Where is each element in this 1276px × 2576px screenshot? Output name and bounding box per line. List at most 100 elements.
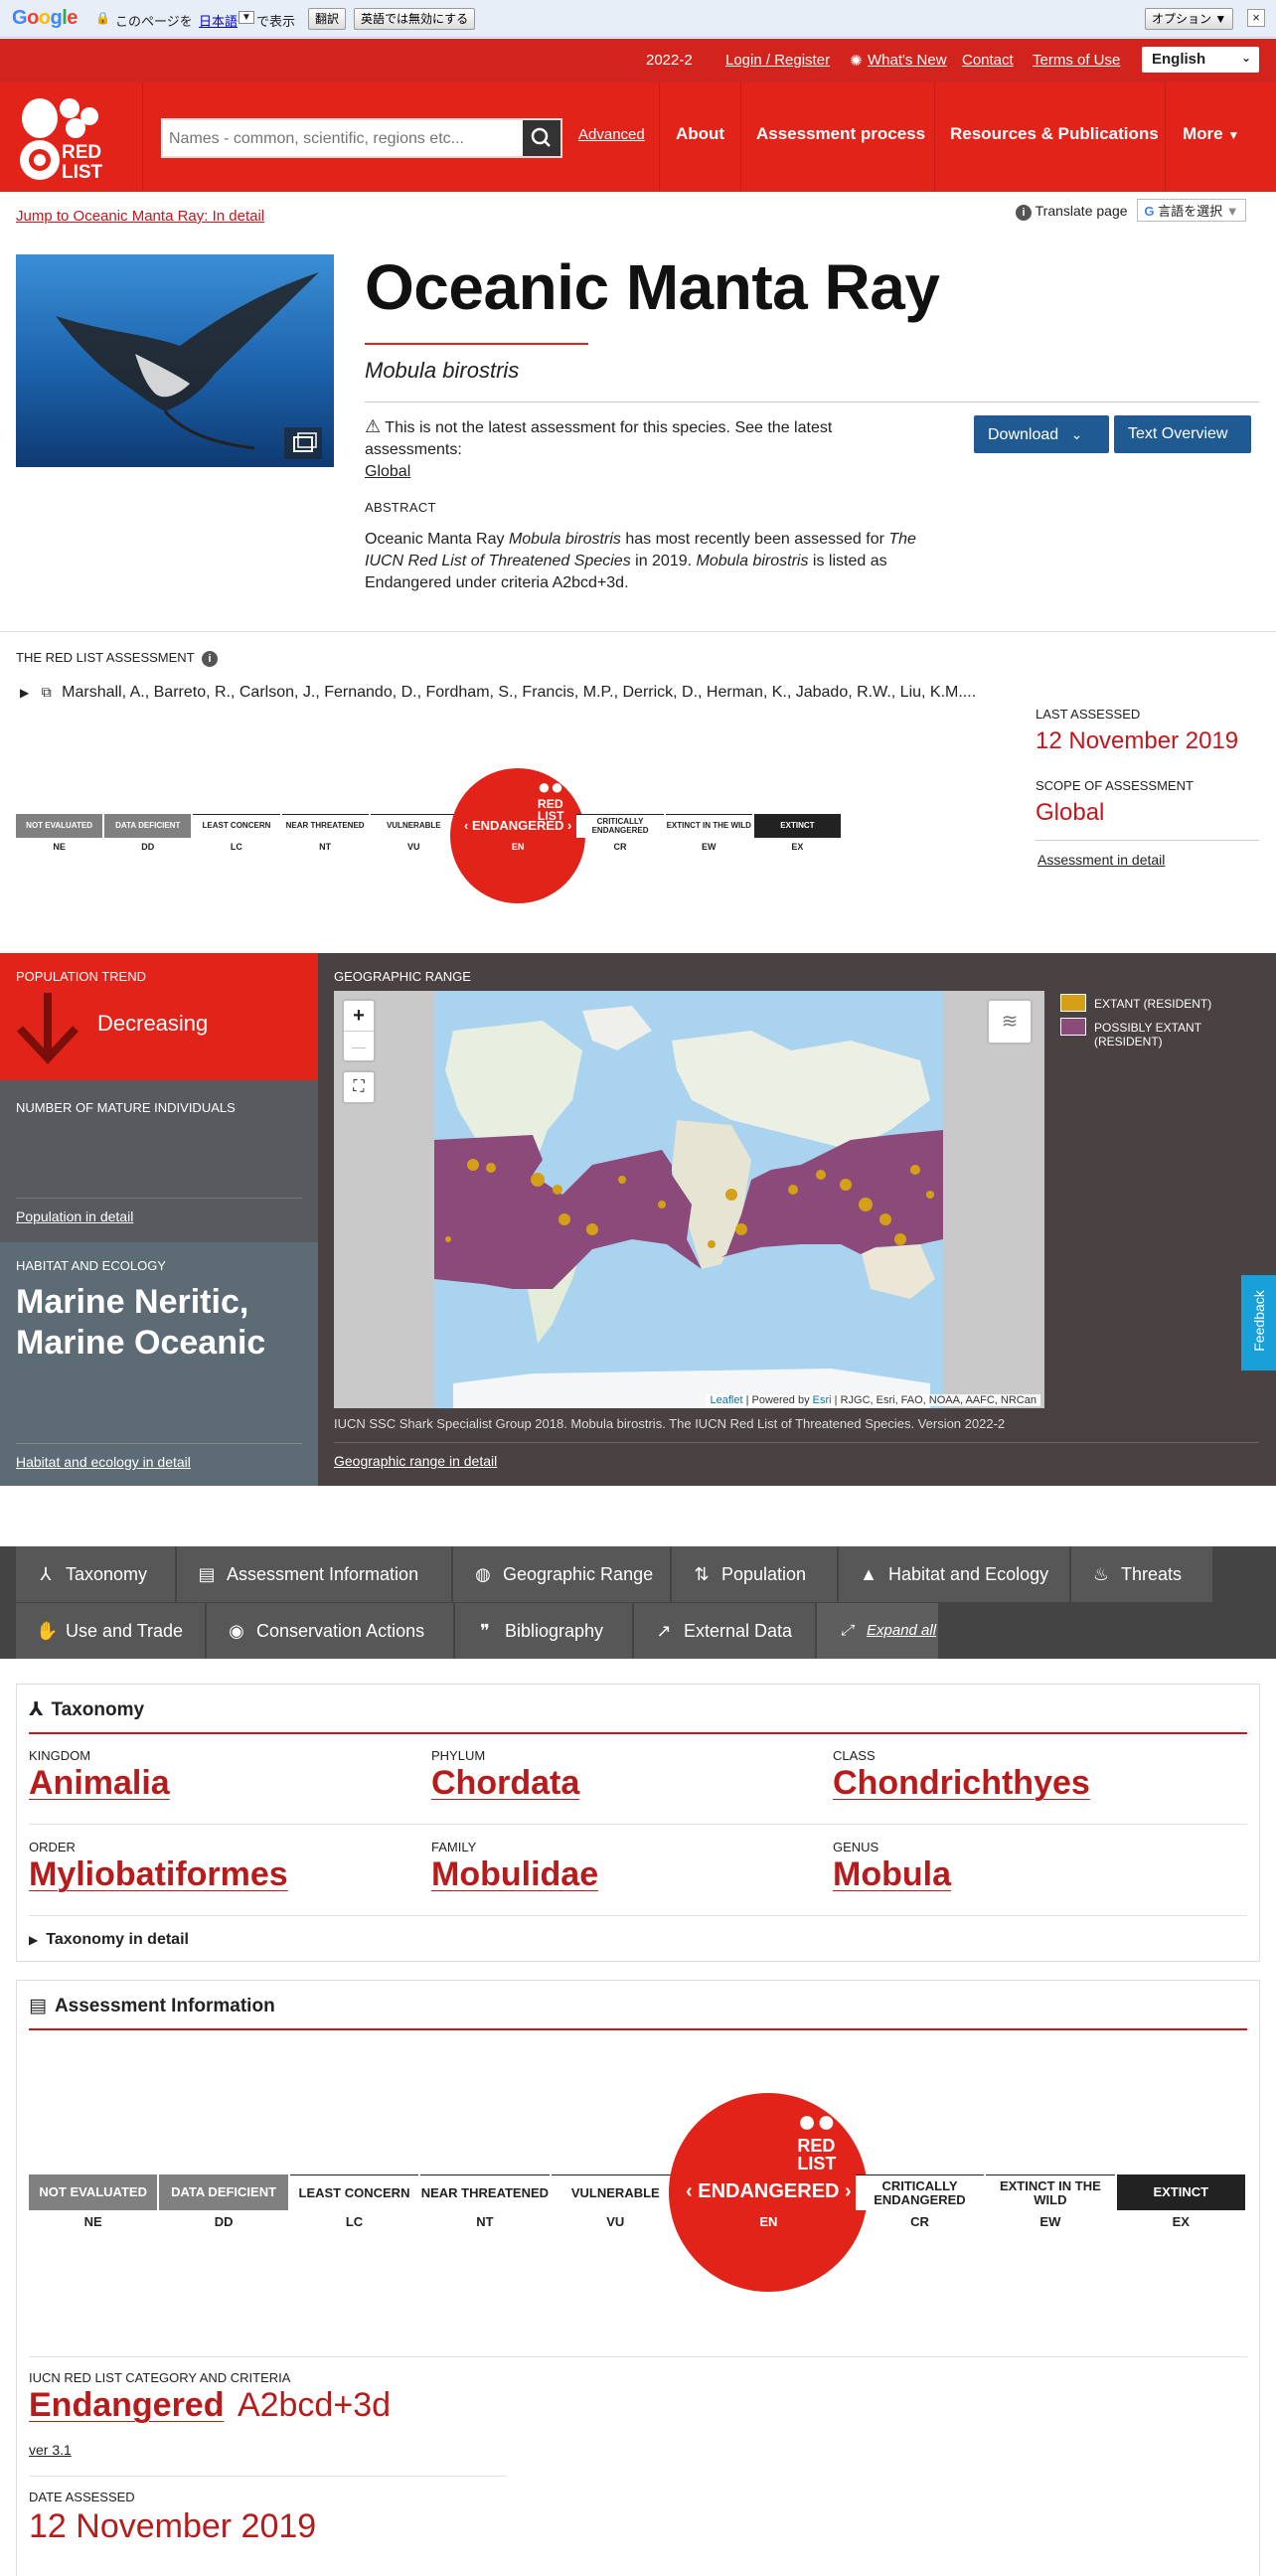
taxonomy-detail-label: Taxonomy in detail [46, 1931, 189, 1948]
copy-icon[interactable]: ⧉ [42, 684, 52, 700]
external-link-icon: ↗ [656, 1621, 672, 1641]
download-button[interactable]: Download ⌄ [974, 415, 1109, 453]
nav-more[interactable]: More ▼ [1183, 124, 1239, 144]
abstract-sci: Mobula birostris [508, 531, 621, 548]
category-scale: Not Evaluated NE Data Deficient DD Least Con… [16, 759, 843, 908]
version-label: 2022-2 [646, 52, 693, 69]
latest-global-link[interactable]: Global [365, 463, 410, 480]
zoom-out-button[interactable]: — [344, 1032, 374, 1061]
fullscreen-button[interactable]: ⛶ [342, 1070, 376, 1104]
close-icon[interactable]: × [1247, 9, 1265, 27]
category-ne: Not Evaluated NE [29, 2174, 158, 2229]
assessment-detail-link[interactable]: Assessment in detail [1037, 852, 1165, 868]
assessors-list[interactable]: ▶ ⧉ Marshall, A., Barreto, R., Carlson, … [20, 684, 976, 702]
phylum-value[interactable]: Chordata [431, 1764, 579, 1803]
advanced-search-link[interactable]: Advanced [578, 126, 645, 143]
mountain-icon: ▲ [860, 1564, 877, 1584]
kingdom-value[interactable]: Animalia [29, 1764, 170, 1803]
taxonomy-detail-toggle[interactable]: ▶ Taxonomy in detail [29, 1931, 189, 1949]
category-abbr: DD [141, 842, 155, 852]
version-link[interactable]: ver 3.1 [29, 2442, 72, 2458]
zoom-in-button[interactable]: + [344, 1001, 374, 1032]
category-abbr: NT [476, 2214, 494, 2229]
tab-taxonomy[interactable]: ⅄ Taxonomy [16, 1546, 175, 1602]
range-map[interactable]: + — ⛶ ≋ Leaflet | Powered by Esri | RJGC… [334, 991, 1044, 1408]
taxonomy-title: Taxonomy [51, 1699, 145, 1720]
tab-population[interactable]: ⇅ Population [672, 1546, 837, 1602]
clipboard-icon: ▤ [198, 1564, 216, 1584]
map-credit: IUCN SSC Shark Specialist Group 2018. Mo… [334, 1416, 1006, 1431]
tab-use-and-trade[interactable]: ✋ Use and Trade [16, 1603, 205, 1659]
esri-link[interactable]: Esri [813, 1394, 832, 1406]
text-overview-button[interactable]: Text Overview [1114, 415, 1251, 453]
disable-translate-button[interactable]: 英語では無効にする [354, 8, 476, 30]
translate-text: このページを [115, 14, 193, 29]
class-value[interactable]: Chondrichthyes [833, 1764, 1090, 1803]
tab-habitat-and-ecology[interactable]: ▲ Habitat and Ecology [839, 1546, 1069, 1602]
search-box [161, 118, 562, 158]
category-abbr: NE [53, 842, 66, 852]
red-list-logo-icon: RED LIST [20, 98, 103, 183]
category-abbr: EW [701, 842, 717, 852]
language-select[interactable]: English ⌄ [1142, 47, 1259, 73]
genus-value[interactable]: Mobula [833, 1855, 951, 1894]
family-value[interactable]: Mobulidae [431, 1855, 598, 1894]
nav-about[interactable]: About [676, 124, 724, 144]
abstract-part: has most recently been assessed for [620, 531, 889, 548]
map-attribution: Leaflet | Powered by Esri | RJGC, Esri, … [706, 1394, 1040, 1406]
habitat-detail-link[interactable]: Habitat and ecology in detail [16, 1454, 191, 1470]
translate-language-link[interactable]: 日本語 [199, 11, 238, 30]
category-name: Least Concern [289, 2174, 419, 2210]
tab-label: Taxonomy [66, 1564, 148, 1584]
translate-widget: i Translate page G 言語を選択 ▼ [1016, 199, 1246, 222]
caret-down-icon: ▼ [1227, 128, 1240, 142]
mature-individuals-label: NUMBER OF MATURE INDIVIDUALS [16, 1100, 236, 1115]
info-icon[interactable]: i [202, 651, 219, 667]
category-value[interactable]: Endangered [29, 2386, 224, 2424]
contact-link[interactable]: Contact [962, 52, 1014, 69]
species-photo[interactable] [16, 254, 334, 467]
tab-geographic-range[interactable]: ◍ Geographic Range [453, 1546, 670, 1602]
tab-threats[interactable]: ♨ Threats [1071, 1546, 1212, 1602]
current-category-abbr: EN [759, 2214, 778, 2229]
translate-button[interactable]: 翻訳 [308, 8, 347, 30]
language-dropdown-icon[interactable]: ▼ [239, 11, 254, 24]
population-detail-link[interactable]: Population in detail [16, 1208, 133, 1224]
category-name: Data Deficient [159, 2174, 288, 2210]
terms-link[interactable]: Terms of Use [1033, 52, 1120, 69]
red-list-logo[interactable]: RED LIST [16, 96, 107, 183]
whats-new-link[interactable]: What's New [868, 52, 947, 69]
layers-button[interactable]: ≋ [987, 999, 1033, 1045]
nav-resources[interactable]: Resources & Publications [950, 124, 1159, 144]
translate-options-button[interactable]: オプション ▼ [1145, 8, 1234, 30]
expand-icon: ⤢ [840, 1622, 853, 1639]
search-input[interactable] [169, 126, 517, 152]
order-value[interactable]: Myliobatiformes [29, 1855, 288, 1894]
tab-assessment-information[interactable]: ▤ Assessment Information [177, 1546, 451, 1602]
taxonomy-heading: ⅄ Taxonomy [29, 1698, 144, 1721]
tab-conservation-actions[interactable]: ◉ Conservation Actions [207, 1603, 453, 1659]
chevron-down-icon: ⌄ [1240, 51, 1251, 65]
current-category-abbr: EN [511, 842, 525, 852]
category-name: Near Threatened [420, 2174, 550, 2210]
feedback-tab[interactable]: Feedback [1241, 1275, 1276, 1370]
utility-bar: 2022-2 Login / Register ✺ What's New Con… [0, 39, 1276, 82]
search-button[interactable] [523, 120, 560, 156]
tab-bibliography[interactable]: ❞ Bibliography [455, 1603, 632, 1659]
tab-external-data[interactable]: ↗ External Data [634, 1603, 815, 1659]
tab-label: Expand all [867, 1622, 937, 1639]
nav-assessment-process[interactable]: Assessment process [756, 124, 925, 144]
translate-language-select[interactable]: G 言語を選択 ▼ [1137, 199, 1246, 222]
last-assessed-value: 12 November 2019 [1036, 727, 1239, 754]
leaflet-link[interactable]: Leaflet [710, 1394, 742, 1406]
geographic-range-detail-link[interactable]: Geographic range in detail [334, 1453, 497, 1469]
tab-expand-all[interactable]: ⤢ Expand all [817, 1603, 938, 1659]
category-abbr: VU [407, 842, 420, 852]
jump-to-detail-link[interactable]: Jump to Oceanic Manta Ray: In detail [16, 208, 264, 225]
population-trend-value: Decreasing [97, 1011, 209, 1036]
login-link[interactable]: Login / Register [725, 52, 830, 69]
date-assessed-value: 12 November 2019 [29, 2507, 317, 2545]
tab-label: Use and Trade [66, 1621, 184, 1641]
sun-icon: ✺ [850, 53, 863, 70]
population-icon: ⇅ [694, 1564, 710, 1584]
